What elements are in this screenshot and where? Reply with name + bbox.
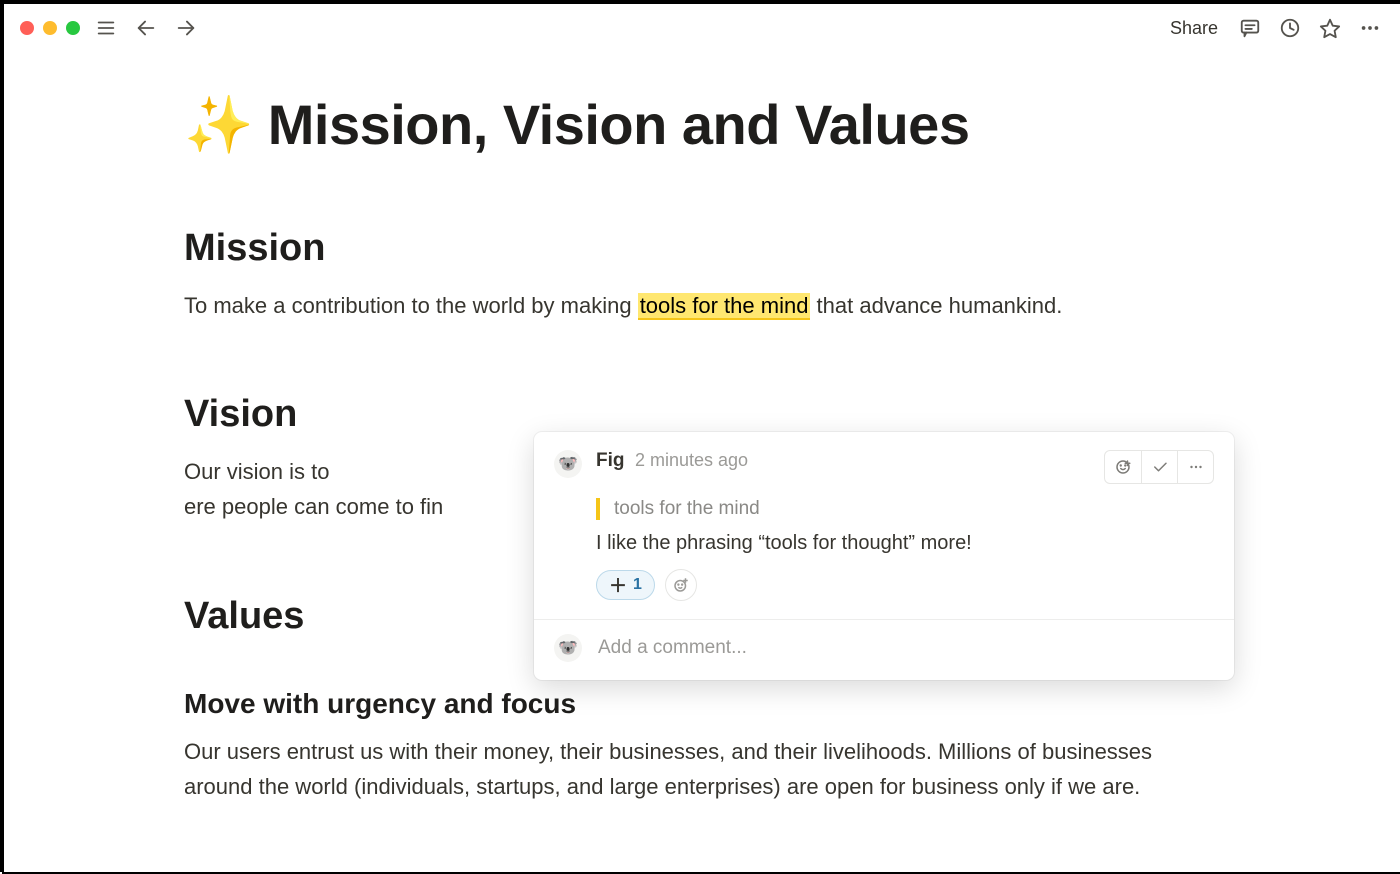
mission-paragraph[interactable]: To make a contribution to the world by m…	[184, 288, 1184, 323]
add-reaction-button[interactable]	[665, 569, 697, 601]
vision-text-start: Our vision is to	[184, 459, 336, 484]
comment-quoted-text: tools for the mind	[596, 498, 1214, 520]
sidebar-toggle-button[interactable]	[92, 14, 120, 42]
mission-text-before: To make a contribution to the world by m…	[184, 293, 638, 318]
vision-text-end: ere people can come to fin	[184, 494, 443, 519]
nav-forward-button[interactable]	[172, 14, 200, 42]
page-title[interactable]: Mission, Vision and Values	[268, 92, 970, 157]
window-zoom-button[interactable]	[66, 21, 80, 35]
comment-author-avatar[interactable]: 🐨	[554, 450, 582, 478]
page-body: ✨ Mission, Vision and Values Mission To …	[4, 52, 1400, 804]
comment-divider	[534, 619, 1234, 620]
comment-body-text: I like the phrasing “tools for thought” …	[596, 532, 1214, 555]
comment-input[interactable]	[596, 636, 1214, 660]
page-title-row: ✨ Mission, Vision and Values	[184, 92, 1184, 157]
reaction-pill[interactable]: ＋ 1	[596, 570, 655, 600]
updates-icon[interactable]	[1276, 14, 1304, 42]
comment-action-bar	[1104, 450, 1214, 484]
mission-text-after: that advance humankind.	[810, 293, 1062, 318]
nav-back-button[interactable]	[132, 14, 160, 42]
reaction-count: 1	[633, 576, 642, 594]
page-icon[interactable]: ✨	[184, 97, 254, 153]
values-paragraph[interactable]: Our users entrust us with their money, t…	[184, 734, 1184, 804]
comment-react-button[interactable]	[1105, 450, 1141, 484]
favorite-icon[interactable]	[1316, 14, 1344, 42]
window-traffic-lights	[20, 21, 80, 35]
heading-mission[interactable]: Mission	[184, 227, 1184, 270]
comments-icon[interactable]	[1236, 14, 1264, 42]
comment-resolve-button[interactable]	[1141, 450, 1177, 484]
mission-highlight[interactable]: tools for the mind	[638, 293, 811, 320]
heading-vision[interactable]: Vision	[184, 393, 1184, 436]
comment-more-button[interactable]	[1177, 450, 1213, 484]
window-minimize-button[interactable]	[43, 21, 57, 35]
window-close-button[interactable]	[20, 21, 34, 35]
plus-icon: ＋	[609, 572, 627, 598]
comment-popover: 🐨 Fig 2 minutes ago tool	[534, 432, 1234, 680]
more-icon[interactable]	[1356, 14, 1384, 42]
comment-timestamp: 2 minutes ago	[635, 450, 748, 470]
top-toolbar: Share	[4, 4, 1400, 52]
share-button[interactable]: Share	[1164, 14, 1224, 43]
comment-author-name: Fig	[596, 450, 625, 471]
subheading-urgency[interactable]: Move with urgency and focus	[184, 688, 1184, 720]
current-user-avatar[interactable]: 🐨	[554, 634, 582, 662]
